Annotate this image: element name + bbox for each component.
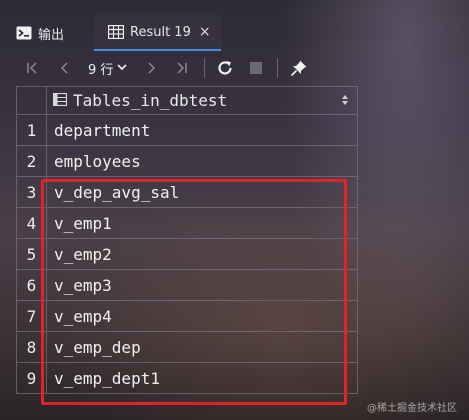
watermark: @稀土掘金技术社区 bbox=[367, 403, 457, 414]
rows-per-page-value: 9 行 bbox=[88, 63, 114, 78]
close-icon[interactable]: × bbox=[199, 24, 211, 40]
prev-page-icon[interactable] bbox=[60, 59, 70, 77]
next-page-icon[interactable] bbox=[146, 59, 156, 77]
rows-per-page-select[interactable]: 9 行 bbox=[88, 59, 127, 78]
toolbar-divider bbox=[204, 58, 205, 78]
sort-icon[interactable] bbox=[341, 93, 349, 110]
column-header-label: Tables_in_dbtest bbox=[73, 91, 228, 110]
console-icon bbox=[16, 26, 32, 40]
table-cell[interactable]: department bbox=[47, 115, 358, 146]
last-page-icon[interactable] bbox=[176, 59, 188, 77]
table-icon bbox=[52, 91, 68, 110]
tab-output-label: 输出 bbox=[38, 27, 65, 43]
row-number: 1 bbox=[16, 115, 47, 146]
table-row[interactable]: 2 employees bbox=[16, 146, 358, 177]
toolbar-divider-2 bbox=[277, 58, 278, 78]
row-number: 2 bbox=[16, 146, 47, 177]
tab-bar: 输出 Result 19 × bbox=[0, 15, 469, 51]
tab-result-label: Result 19 bbox=[130, 24, 191, 40]
tab-result[interactable]: Result 19 × bbox=[94, 15, 221, 51]
highlight-box bbox=[41, 179, 347, 405]
result-toolbar: 9 行 bbox=[0, 51, 469, 85]
chevron-down-icon bbox=[117, 63, 127, 74]
table-cell[interactable]: employees bbox=[47, 146, 358, 177]
row-number-header[interactable] bbox=[16, 86, 47, 115]
refresh-icon[interactable] bbox=[216, 59, 234, 77]
pin-icon[interactable] bbox=[290, 59, 308, 77]
table-icon bbox=[108, 25, 124, 39]
stop-icon[interactable] bbox=[249, 59, 263, 77]
table-row[interactable]: 1 department bbox=[16, 115, 358, 146]
column-header-tables[interactable]: Tables_in_dbtest bbox=[47, 86, 358, 115]
first-page-icon[interactable] bbox=[26, 59, 38, 77]
tab-output[interactable]: 输出 bbox=[16, 15, 64, 51]
